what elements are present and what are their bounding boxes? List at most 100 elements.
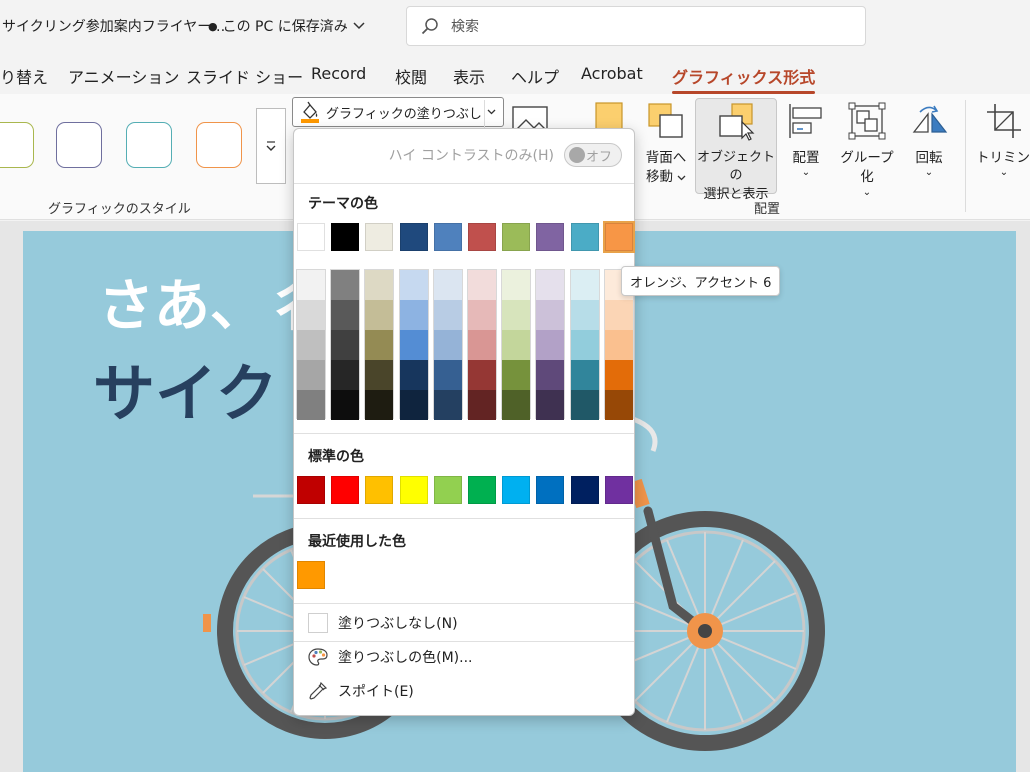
theme-shade-swatch[interactable] <box>570 300 599 330</box>
theme-shade-swatch[interactable] <box>604 390 633 420</box>
standard-color-swatch[interactable] <box>502 476 531 504</box>
theme-color-swatch[interactable] <box>365 223 394 251</box>
theme-shade-swatch[interactable] <box>399 270 428 300</box>
theme-shade-swatch[interactable] <box>433 360 462 390</box>
theme-color-swatch[interactable] <box>433 223 462 251</box>
theme-shade-swatch[interactable] <box>536 270 565 300</box>
theme-shade-swatch[interactable] <box>433 330 462 360</box>
tab-record[interactable]: Record <box>311 64 366 83</box>
theme-shade-swatch[interactable] <box>570 360 599 390</box>
theme-shade-swatch[interactable] <box>604 330 633 360</box>
graphic-style-swatch[interactable] <box>196 122 242 168</box>
tab-review[interactable]: 校閲 <box>395 64 427 88</box>
theme-shade-swatch[interactable] <box>297 390 325 420</box>
theme-shade-swatch[interactable] <box>433 390 462 420</box>
theme-shade-swatch[interactable] <box>365 330 394 360</box>
theme-shade-swatch[interactable] <box>502 390 531 420</box>
tab-transitions[interactable]: り替え <box>0 64 48 88</box>
graphic-style-swatch[interactable] <box>0 122 34 168</box>
theme-shade-swatch[interactable] <box>536 330 565 360</box>
eyedropper-icon <box>309 681 328 700</box>
theme-shade-swatch[interactable] <box>570 330 599 360</box>
theme-shade-swatch[interactable] <box>502 300 531 330</box>
theme-shade-swatch[interactable] <box>331 270 360 300</box>
theme-shade-swatch[interactable] <box>536 300 565 330</box>
theme-shade-swatch[interactable] <box>399 390 428 420</box>
theme-shade-swatch[interactable] <box>365 390 394 420</box>
theme-shade-swatch[interactable] <box>365 300 394 330</box>
tab-acrobat[interactable]: Acrobat <box>581 64 643 83</box>
recent-color-swatch[interactable] <box>297 561 325 589</box>
theme-color-swatch[interactable] <box>297 223 325 251</box>
theme-shade-swatch[interactable] <box>468 360 496 390</box>
theme-shade-swatch[interactable] <box>433 270 462 300</box>
theme-shade-swatch[interactable] <box>297 270 325 300</box>
rotate-button[interactable]: 回転 ⌄ <box>906 102 952 178</box>
theme-shade-swatch[interactable] <box>297 360 325 390</box>
theme-shade-swatch[interactable] <box>331 390 360 420</box>
paint-bucket-icon <box>301 101 319 123</box>
selection-pane-button[interactable]: オブジェクトの 選択と表示 <box>695 98 777 202</box>
theme-color-swatch[interactable] <box>399 223 428 251</box>
theme-shade-swatch[interactable] <box>399 300 428 330</box>
theme-shade-swatch[interactable] <box>536 360 565 390</box>
theme-shade-swatch[interactable] <box>468 300 496 330</box>
theme-shade-swatch[interactable] <box>365 360 394 390</box>
theme-color-swatch[interactable] <box>602 221 635 253</box>
standard-color-swatch[interactable] <box>468 476 496 504</box>
theme-shade-swatch[interactable] <box>604 300 633 330</box>
save-status-menu[interactable]: ● この PC に保存済み <box>208 16 365 36</box>
theme-shade-swatch[interactable] <box>331 330 360 360</box>
align-button[interactable]: 配置 ⌄ <box>784 102 828 178</box>
theme-shade-swatch[interactable] <box>468 390 496 420</box>
theme-shade-swatch[interactable] <box>468 270 496 300</box>
tab-help[interactable]: ヘルプ <box>511 64 559 88</box>
standard-color-swatch[interactable] <box>604 476 633 504</box>
graphic-style-swatch[interactable] <box>56 122 102 168</box>
theme-shade-swatch[interactable] <box>433 300 462 330</box>
theme-shade-swatch[interactable] <box>365 270 394 300</box>
no-fill-item[interactable]: 塗りつぶしなし(N) <box>308 613 458 633</box>
standard-color-swatch[interactable] <box>536 476 565 504</box>
tab-slideshow[interactable]: スライド ショー <box>186 64 303 88</box>
theme-shade-swatch[interactable] <box>399 330 428 360</box>
theme-shade-swatch[interactable] <box>297 300 325 330</box>
theme-shade-swatch[interactable] <box>536 390 565 420</box>
standard-color-swatch[interactable] <box>365 476 394 504</box>
send-backward-button[interactable]: 背面へ 移動 <box>640 102 692 188</box>
graphic-fill-button[interactable]: グラフィックの塗りつぶし <box>292 97 504 127</box>
theme-shade-swatch[interactable] <box>297 330 325 360</box>
theme-shade-swatch[interactable] <box>502 270 531 300</box>
theme-color-swatch[interactable] <box>536 223 565 251</box>
theme-color-swatch[interactable] <box>502 223 531 251</box>
theme-shade-swatch[interactable] <box>399 360 428 390</box>
styles-more-button[interactable] <box>256 108 286 184</box>
high-contrast-toggle[interactable]: オフ <box>564 143 622 167</box>
standard-color-swatch[interactable] <box>331 476 360 504</box>
theme-shade-swatch[interactable] <box>502 330 531 360</box>
standard-color-swatch[interactable] <box>399 476 428 504</box>
theme-color-swatch[interactable] <box>468 223 496 251</box>
theme-shade-swatch[interactable] <box>570 270 599 300</box>
theme-shade-swatch[interactable] <box>502 360 531 390</box>
tab-view[interactable]: 表示 <box>453 64 485 88</box>
theme-shade-swatch[interactable] <box>570 390 599 420</box>
graphic-style-swatch[interactable] <box>126 122 172 168</box>
theme-shade-swatch[interactable] <box>331 360 360 390</box>
standard-color-swatch[interactable] <box>570 476 599 504</box>
group-button[interactable]: グループ化 ⌄ <box>834 102 900 198</box>
chevron-down-icon: ⌄ <box>862 186 872 198</box>
search-input[interactable]: 検索 <box>406 6 866 46</box>
more-fill-colors-item[interactable]: 塗りつぶしの色(M)... <box>308 647 473 667</box>
tab-animations[interactable]: アニメーション <box>68 64 179 88</box>
eyedropper-item[interactable]: スポイト(E) <box>308 681 414 701</box>
theme-shade-swatch[interactable] <box>468 330 496 360</box>
theme-color-swatch[interactable] <box>331 223 360 251</box>
theme-shade-swatch[interactable] <box>604 360 633 390</box>
tab-graphics-format[interactable]: グラフィックス形式 <box>672 64 816 94</box>
theme-color-swatch[interactable] <box>570 223 599 251</box>
crop-button[interactable]: トリミング ⌄ <box>976 102 1030 178</box>
standard-color-swatch[interactable] <box>433 476 462 504</box>
theme-shade-swatch[interactable] <box>331 300 360 330</box>
standard-color-swatch[interactable] <box>297 476 325 504</box>
